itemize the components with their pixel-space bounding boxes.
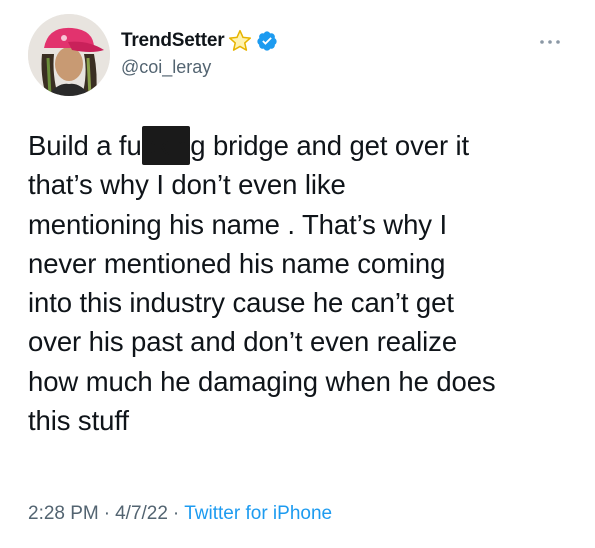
tweet-text-line1-end: g bridge and get over it — [190, 130, 470, 161]
censor-bar: ckin — [141, 126, 190, 166]
tweet-source-link[interactable]: Twitter for iPhone — [184, 503, 332, 524]
tweet-meta: 2:28 PM · 4/7/22 · Twitter for iPhone — [28, 503, 332, 525]
avatar-image — [28, 14, 110, 96]
star-icon — [227, 28, 253, 54]
meta-separator: · — [172, 503, 180, 524]
tweet-text-start: Build a fu — [28, 130, 142, 161]
tweet-text: Build a fucking bridge and get over it t… — [28, 126, 573, 440]
meta-separator: · — [103, 503, 111, 524]
more-options-icon[interactable] — [538, 34, 562, 44]
verified-badge-icon — [256, 30, 278, 52]
user-handle[interactable]: @coi_leray — [121, 57, 211, 78]
tweet-card: TrendSetter @coi_leray Build a fucking b… — [0, 0, 595, 548]
author-name-row: TrendSetter — [121, 28, 278, 54]
tweet-date[interactable]: 4/7/22 — [115, 503, 168, 524]
tweet-time[interactable]: 2:28 PM — [28, 503, 99, 524]
display-name[interactable]: TrendSetter — [121, 30, 225, 52]
avatar[interactable] — [28, 14, 110, 96]
tweet-text-rest: that’s why I don’t even like mentioning … — [28, 169, 496, 437]
